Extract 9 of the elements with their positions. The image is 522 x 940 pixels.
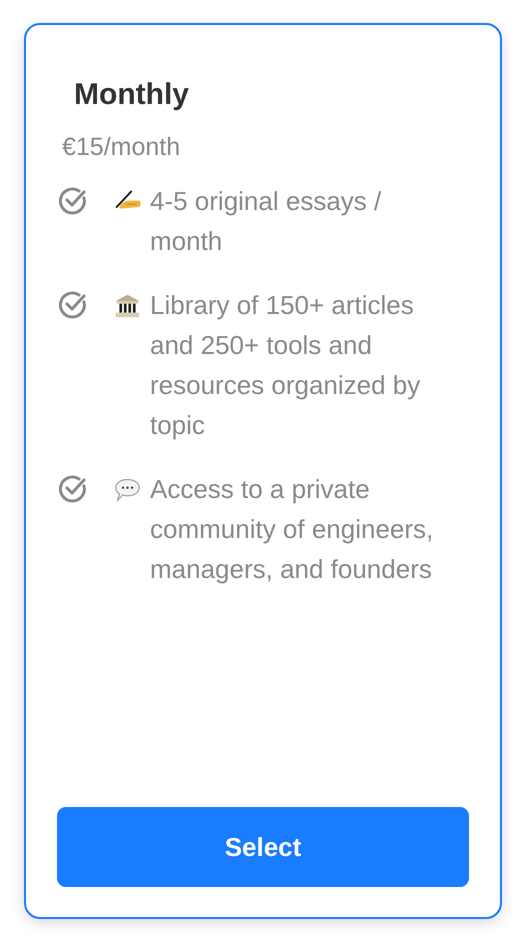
building-icon	[113, 292, 142, 319]
feature-text: Access to a private community of engineers, managers, and founders	[150, 473, 434, 586]
plan-price: €15/month	[62, 132, 180, 163]
plan-card[interactable]: Monthly €15/month 4-5 original essays / month Library of 150+ articles and 250+ tools and resources organized by topic Access to a private community of engineers, managers, and founders Select	[24, 23, 502, 919]
select-button[interactable]: Select	[57, 807, 469, 887]
plan-title: Monthly	[74, 77, 189, 113]
feature-text: 4-5 original essays / month	[150, 185, 382, 258]
speech-bubble-icon	[113, 476, 142, 503]
feature-text: Library of 150+ articles and 250+ tools and resources organized by topic	[150, 289, 422, 442]
